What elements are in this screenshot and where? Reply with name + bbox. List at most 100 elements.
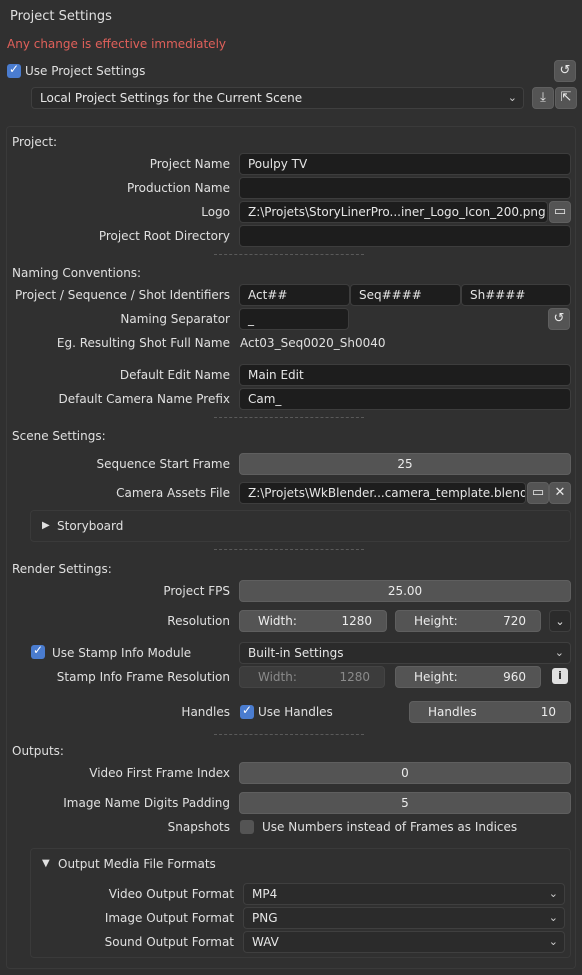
use-project-settings-label: Use Project Settings bbox=[25, 64, 146, 78]
project-section-title: Project: bbox=[12, 135, 58, 149]
close-icon[interactable]: ✕ bbox=[549, 482, 571, 504]
sequence-identifier-input[interactable]: Seq#### bbox=[350, 284, 461, 306]
naming-section-title: Naming Conventions: bbox=[12, 266, 142, 280]
stamp-info-label: Use Stamp Info Module bbox=[52, 646, 192, 660]
edit-name-label: Default Edit Name bbox=[119, 368, 230, 382]
chevron-down-icon: ⌄ bbox=[555, 615, 565, 628]
resolution-presets-dropdown[interactable]: ⌄ bbox=[549, 610, 571, 632]
separator-label: Naming Separator bbox=[120, 312, 230, 326]
stamp-mode-value: Built-in Settings bbox=[248, 646, 344, 660]
stamp-resolution-label: Stamp Info Frame Resolution bbox=[56, 670, 230, 684]
use-handles-label: Use Handles bbox=[258, 705, 333, 719]
triangle-down-icon[interactable]: ▼ bbox=[42, 856, 50, 872]
sound-format-label: Sound Output Format bbox=[104, 935, 234, 949]
settings-preset-value: Local Project Settings for the Current S… bbox=[40, 91, 303, 105]
triangle-right-icon[interactable]: ▶ bbox=[42, 518, 50, 534]
import-icon[interactable]: ⤓ bbox=[532, 87, 554, 109]
production-name-label: Production Name bbox=[126, 181, 230, 195]
width-key: Width: bbox=[258, 670, 297, 684]
height-key: Height: bbox=[414, 614, 458, 628]
image-format-value: PNG bbox=[252, 911, 278, 925]
page-title: Project Settings bbox=[10, 9, 112, 24]
handles-label: Handles bbox=[181, 705, 230, 719]
width-value: 1280 bbox=[341, 614, 372, 628]
start-frame-label: Sequence Start Frame bbox=[96, 457, 230, 471]
project-name-input[interactable]: Poulpy TV bbox=[239, 153, 571, 175]
padding-field[interactable]: 5 bbox=[239, 792, 571, 814]
fps-label: Project FPS bbox=[163, 584, 230, 598]
stamp-height-value: 960 bbox=[503, 670, 526, 684]
storyboard-panel-title[interactable]: Storyboard bbox=[57, 518, 123, 534]
folder-icon[interactable]: ▭ bbox=[527, 482, 549, 504]
render-section-title: Render Settings: bbox=[12, 562, 112, 576]
camera-assets-label: Camera Assets File bbox=[116, 486, 230, 500]
image-format-dropdown[interactable]: PNG ⌄ bbox=[243, 907, 565, 929]
resolution-label: Resolution bbox=[167, 614, 230, 628]
logo-path-input[interactable]: Z:\Projets\StoryLinerPro...iner_Logo_Ico… bbox=[239, 201, 548, 223]
logo-label: Logo bbox=[201, 205, 230, 219]
chevron-down-icon: ⌄ bbox=[554, 646, 564, 659]
width-key: Width: bbox=[258, 614, 297, 628]
handles-key: Handles bbox=[428, 705, 477, 719]
export-icon[interactable]: ⇱ bbox=[555, 87, 577, 109]
divider bbox=[214, 254, 364, 255]
divider bbox=[214, 734, 364, 735]
stamp-height-field[interactable]: Height: 960 bbox=[395, 666, 541, 688]
sound-format-value: WAV bbox=[252, 935, 279, 949]
outputs-section-title: Outputs: bbox=[12, 744, 64, 758]
output-formats-panel-title[interactable]: Output Media File Formats bbox=[58, 856, 216, 872]
chevron-down-icon: ⌄ bbox=[548, 935, 558, 948]
reset-icon[interactable]: ↺ bbox=[554, 60, 576, 82]
chevron-down-icon: ⌄ bbox=[507, 91, 517, 104]
stamp-mode-dropdown[interactable]: Built-in Settings ⌄ bbox=[239, 642, 571, 664]
handles-value: 10 bbox=[540, 705, 556, 719]
example-label: Eg. Resulting Shot Full Name bbox=[56, 336, 230, 350]
use-handles-checkbox[interactable] bbox=[240, 703, 254, 719]
info-icon[interactable]: i bbox=[552, 668, 568, 684]
video-format-label: Video Output Format bbox=[108, 887, 234, 901]
chevron-down-icon: ⌄ bbox=[548, 887, 558, 900]
video-format-value: MP4 bbox=[252, 887, 278, 901]
video-format-dropdown[interactable]: MP4 ⌄ bbox=[243, 883, 565, 905]
shot-identifier-input[interactable]: Sh#### bbox=[461, 284, 571, 306]
resolution-width-field[interactable]: Width: 1280 bbox=[239, 610, 387, 632]
snapshots-option-label: Use Numbers instead of Frames as Indices bbox=[262, 820, 518, 834]
divider bbox=[214, 549, 364, 550]
sound-format-dropdown[interactable]: WAV ⌄ bbox=[243, 931, 565, 953]
video-first-frame-label: Video First Frame Index bbox=[89, 766, 230, 780]
project-root-input[interactable] bbox=[239, 225, 571, 247]
stamp-width-value: 1280 bbox=[339, 670, 370, 684]
production-name-input[interactable] bbox=[239, 177, 571, 199]
settings-preset-dropdown[interactable]: Local Project Settings for the Current S… bbox=[31, 87, 524, 109]
stamp-width-field: Width: 1280 bbox=[239, 666, 385, 688]
camera-prefix-label: Default Camera Name Prefix bbox=[58, 392, 230, 406]
image-format-label: Image Output Format bbox=[104, 911, 234, 925]
start-frame-field[interactable]: 25 bbox=[239, 453, 571, 475]
snapshots-label: Snapshots bbox=[167, 820, 230, 834]
project-name-label: Project Name bbox=[149, 157, 230, 171]
act-identifier-input[interactable]: Act## bbox=[239, 284, 350, 306]
example-value: Act03_Seq0020_Sh0040 bbox=[240, 336, 386, 350]
snapshots-checkbox[interactable] bbox=[240, 820, 254, 834]
identifiers-label: Project / Sequence / Shot Identifiers bbox=[15, 288, 230, 302]
use-project-settings-checkbox[interactable] bbox=[7, 62, 21, 78]
camera-assets-input[interactable]: Z:\Projets\WkBlender...camera_template.b… bbox=[239, 482, 526, 504]
project-root-label: Project Root Directory bbox=[98, 229, 230, 243]
warning-text: Any change is effective immediately bbox=[7, 37, 226, 51]
camera-prefix-input[interactable]: Cam_ bbox=[239, 388, 571, 410]
reset-icon[interactable]: ↺ bbox=[548, 308, 570, 330]
fps-field[interactable]: 25.00 bbox=[239, 580, 571, 602]
separator-input[interactable]: _ bbox=[239, 308, 349, 330]
folder-icon[interactable]: ▭ bbox=[549, 201, 571, 223]
chevron-down-icon: ⌄ bbox=[548, 911, 558, 924]
height-key: Height: bbox=[414, 670, 458, 684]
height-value: 720 bbox=[503, 614, 526, 628]
padding-label: Image Name Digits Padding bbox=[63, 796, 230, 810]
edit-name-input[interactable]: Main Edit bbox=[239, 364, 571, 386]
resolution-height-field[interactable]: Height: 720 bbox=[395, 610, 541, 632]
divider bbox=[214, 417, 364, 418]
project-settings-panel bbox=[6, 126, 576, 969]
stamp-info-checkbox[interactable] bbox=[31, 643, 45, 659]
handles-field[interactable]: Handles 10 bbox=[409, 701, 571, 723]
video-first-frame-field[interactable]: 0 bbox=[239, 762, 571, 784]
